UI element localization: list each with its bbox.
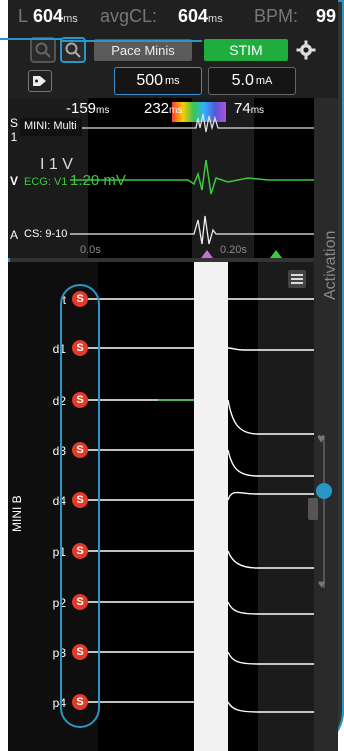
heart-top-icon: ♥ [317,430,326,446]
bpm-value: 99 [316,6,337,26]
pacing-artifact [194,262,228,751]
row2-label: ECG: V1 [24,176,68,188]
cycle-unit: ms [63,13,78,25]
measure-1-value: -159 [66,100,97,117]
interval-field[interactable]: 500 ms [114,67,202,95]
time-start: 0.0s [80,244,101,256]
row1-label: MINI: Multi [24,120,77,132]
mini-b-panel: MINI B t S d1 S d2 S d3 S d4 S p1 S p2 S… [8,262,314,751]
measure-3-value: 74 [234,100,251,117]
egm-strip: S 1 MINI: Multi -159ms 232ms 74ms V I 1 … [8,98,314,258]
slider-handle[interactable] [316,483,332,499]
zoom-in-icon [65,42,81,58]
stim-parameter-row: 500 ms 5.0 mA [8,64,338,98]
cycle-length: L 604ms [18,6,78,27]
activation-sidebar: ♥ ♥ [308,98,338,751]
menu-button[interactable] [288,270,306,288]
current-value: 5.0 [231,72,254,89]
cycle-value: 604 [33,6,64,26]
row2-gain: I 1 V [40,156,73,173]
measure-2-unit: ms [169,105,183,116]
measure-2: 232ms [144,100,182,117]
current-unit: mA [255,75,273,87]
bpm-label: BPM: [254,6,299,26]
status-bar: L 604ms avgCL: 604ms BPM: 99 [8,0,338,36]
leader-line-top [0,38,62,40]
avgcl-value: 604 [178,6,209,26]
gear-icon [296,40,316,60]
mini-b-label: MINI B [10,495,24,532]
avgcl-readout: 604ms [178,6,223,27]
row2-side: V [9,174,18,188]
row3-side: A [9,228,18,242]
hamburger-icon [291,274,303,284]
cycle-prefix: L [18,6,29,26]
settings-button[interactable] [294,38,318,62]
avgcl-label: avgCL: [100,6,158,26]
activation-label: Activation [322,230,339,300]
zoom-out-button[interactable] [30,37,56,63]
zoom-out-icon [35,42,51,58]
stim-button[interactable]: STIM [204,39,288,61]
row1-side: S 1 [9,116,18,144]
interval-value: 500 [136,72,164,89]
stim-badge-callout [60,284,100,728]
heart-bottom-icon: ♥ [318,577,326,591]
tag-button[interactable] [28,70,52,92]
measure-3: 74ms [234,100,264,117]
measure-1-unit: ms [96,105,110,116]
slider-track [323,438,325,588]
pace-minis-button[interactable]: Pace Minis [94,39,192,61]
measure-3-unit: ms [250,105,265,116]
leader-line-top-ext [62,40,202,42]
measure-1: -159ms [66,100,109,117]
avgcl-unit: ms [208,13,223,25]
interval-unit: ms [165,75,180,87]
current-field[interactable]: 5.0 mA [208,67,296,95]
collapse-handle[interactable] [308,498,318,520]
row2-scale: 1.20 mV [70,172,126,189]
measure-2-value: 232 [144,100,170,117]
time-mark: 0.20s [220,244,247,256]
row3-label: CS: 9-10 [24,228,68,240]
tag-icon [33,76,46,86]
